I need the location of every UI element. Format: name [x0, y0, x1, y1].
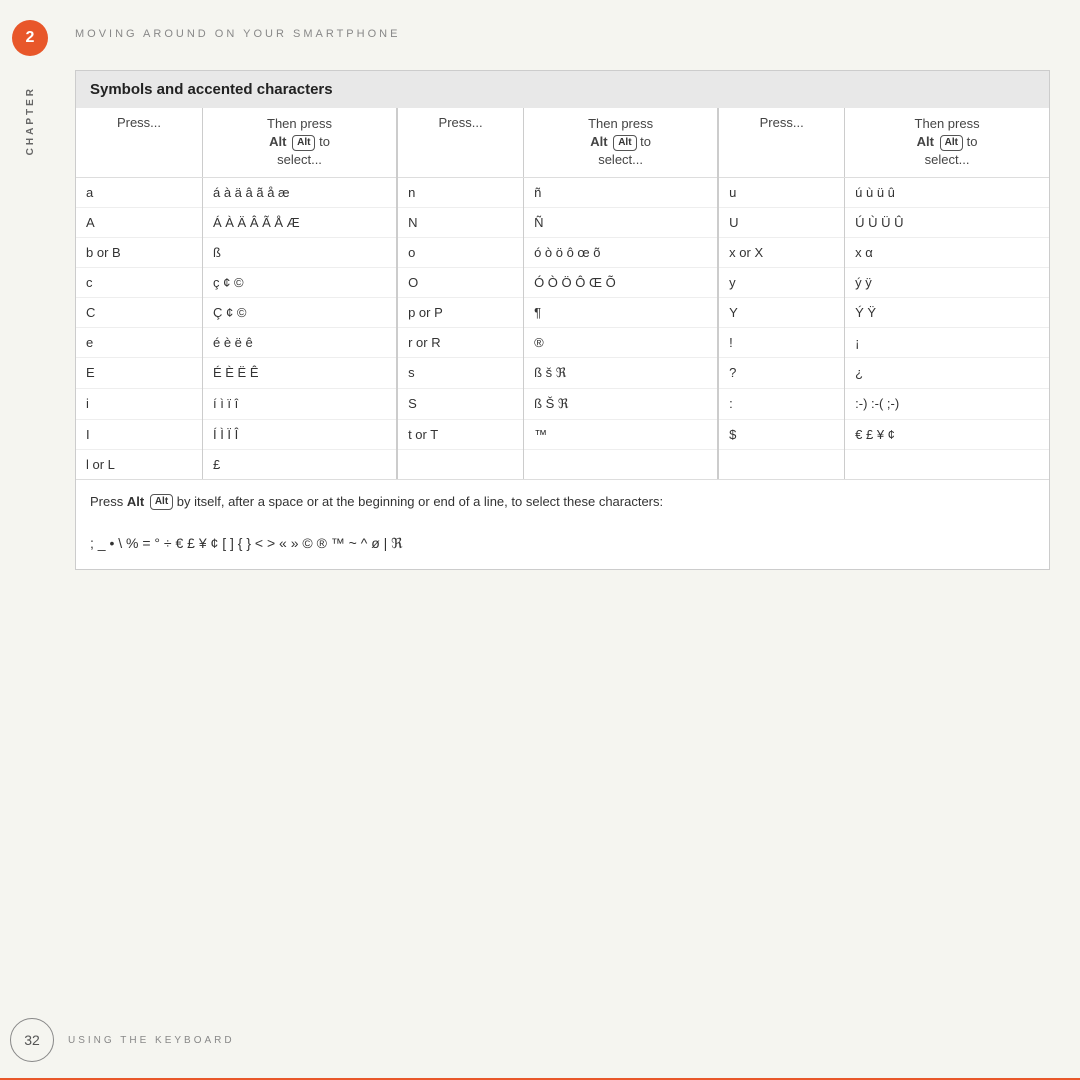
- cell-press2: o: [397, 237, 523, 267]
- cell-press3: ?: [718, 357, 844, 388]
- table-row: l or L £: [76, 449, 1049, 479]
- header-then3: Then press Alt Alt to select...: [845, 108, 1049, 177]
- cell-press1: I: [76, 419, 202, 449]
- cell-then3: ý ÿ: [845, 267, 1049, 297]
- cell-press1: e: [76, 327, 202, 357]
- cell-press2: N: [397, 207, 523, 237]
- cell-press3: [718, 449, 844, 479]
- cell-press3: :: [718, 388, 844, 419]
- cell-then2: [524, 449, 719, 479]
- header-press1: Press...: [76, 108, 202, 177]
- page-header: MOVING AROUND ON YOUR SMARTPHONE: [75, 28, 1060, 40]
- cell-then1: é è ë ê: [202, 327, 397, 357]
- cell-press1: l or L: [76, 449, 202, 479]
- footer-chars: ; _ • \ % = ° ÷ € £ ¥ ¢ [ ] { } < > « » …: [76, 524, 1049, 568]
- chapter-label: CHAPTER: [25, 86, 36, 155]
- cell-then2: Ñ: [524, 207, 719, 237]
- cell-press3: u: [718, 177, 844, 207]
- cell-then2: Ó Ò Ö Ô Œ Õ: [524, 267, 719, 297]
- cell-then1: á à ä â ã å æ: [202, 177, 397, 207]
- cell-press3: x or X: [718, 237, 844, 267]
- table-row: a á à ä â ã å æ n ñ u ú ù ü û: [76, 177, 1049, 207]
- page-footer: 32 USING THE KEYBOARD: [0, 1018, 1080, 1062]
- table-header-row: Press... Then press Alt Alt to select...…: [76, 108, 1049, 177]
- table-row: C Ç ¢ © p or P ¶ Y Ý Ÿ: [76, 297, 1049, 327]
- cell-then3: ú ù ü û: [845, 177, 1049, 207]
- table-row: e é è ë ê r or R ® ! ¡: [76, 327, 1049, 357]
- cell-press1: C: [76, 297, 202, 327]
- cell-then2: ™: [524, 419, 719, 449]
- table-row: I Í Ì Ï Î t or T ™ $ € £ ¥ ¢: [76, 419, 1049, 449]
- cell-press1: c: [76, 267, 202, 297]
- header-then2: Then press Alt Alt to select...: [524, 108, 719, 177]
- cell-then1: £: [202, 449, 397, 479]
- table-row: i í ì ï î S ß Š ℜ : :-) :-( ;-): [76, 388, 1049, 419]
- header-press3: Press...: [718, 108, 844, 177]
- table-row: b or B ß o ó ò ö ô œ õ x or X x α: [76, 237, 1049, 267]
- cell-press3: !: [718, 327, 844, 357]
- cell-then1: Í Ì Ï Î: [202, 419, 397, 449]
- footer-label: USING THE KEYBOARD: [68, 1035, 235, 1046]
- symbols-table: Press... Then press Alt Alt to select...…: [76, 108, 1049, 479]
- header-press2: Press...: [397, 108, 523, 177]
- cell-press1: A: [76, 207, 202, 237]
- alt-badge-1: Alt: [292, 135, 315, 151]
- cell-then1: Ç ¢ ©: [202, 297, 397, 327]
- chapter-sidebar: 2 CHAPTER: [0, 0, 60, 1080]
- cell-press2: r or R: [397, 327, 523, 357]
- cell-press2: S: [397, 388, 523, 419]
- cell-press1: E: [76, 357, 202, 388]
- cell-press2: s: [397, 357, 523, 388]
- cell-then2: ß Š ℜ: [524, 388, 719, 419]
- cell-then2: ß š ℜ: [524, 357, 719, 388]
- cell-press2: O: [397, 267, 523, 297]
- cell-then3: Ý Ÿ: [845, 297, 1049, 327]
- cell-press1: a: [76, 177, 202, 207]
- cell-press3: U: [718, 207, 844, 237]
- cell-then1: É È Ë Ê: [202, 357, 397, 388]
- alt-badge-footer: Alt: [150, 494, 173, 510]
- page-number: 32: [10, 1018, 54, 1062]
- footer-note: Press Alt Alt by itself, after a space o…: [76, 479, 1049, 525]
- cell-press3: y: [718, 267, 844, 297]
- symbols-table-container: Symbols and accented characters Press...…: [75, 70, 1050, 570]
- table-row: c ç ¢ © O Ó Ò Ö Ô Œ Õ y ý ÿ: [76, 267, 1049, 297]
- table-title: Symbols and accented characters: [76, 71, 1049, 108]
- cell-then2: ®: [524, 327, 719, 357]
- cell-then1: í ì ï î: [202, 388, 397, 419]
- cell-press2: t or T: [397, 419, 523, 449]
- cell-then2: ¶: [524, 297, 719, 327]
- table-row: A Á À Ä Â Ã Å Æ N Ñ U Ú Ù Ü Û: [76, 207, 1049, 237]
- cell-press1: i: [76, 388, 202, 419]
- alt-badge-3: Alt: [940, 135, 963, 151]
- cell-then3: [845, 449, 1049, 479]
- cell-press2: p or P: [397, 297, 523, 327]
- chapter-number: 2: [12, 20, 48, 56]
- cell-then2: ñ: [524, 177, 719, 207]
- cell-press2: [397, 449, 523, 479]
- cell-then1: ß: [202, 237, 397, 267]
- table-row: E É È Ë Ê s ß š ℜ ? ¿: [76, 357, 1049, 388]
- cell-press1: b or B: [76, 237, 202, 267]
- cell-then3: Ú Ù Ü Û: [845, 207, 1049, 237]
- cell-then3: ¿: [845, 357, 1049, 388]
- cell-press3: $: [718, 419, 844, 449]
- header-then1: Then press Alt Alt to select...: [202, 108, 397, 177]
- cell-then1: ç ¢ ©: [202, 267, 397, 297]
- cell-press3: Y: [718, 297, 844, 327]
- cell-then3: ¡: [845, 327, 1049, 357]
- alt-badge-2: Alt: [613, 135, 636, 151]
- cell-then3: € £ ¥ ¢: [845, 419, 1049, 449]
- main-content: Symbols and accented characters Press...…: [75, 70, 1050, 1020]
- table-body: a á à ä â ã å æ n ñ u ú ù ü û A Á À Ä Â …: [76, 177, 1049, 479]
- cell-press2: n: [397, 177, 523, 207]
- cell-then1: Á À Ä Â Ã Å Æ: [202, 207, 397, 237]
- cell-then3: :-) :-( ;-): [845, 388, 1049, 419]
- cell-then2: ó ò ö ô œ õ: [524, 237, 719, 267]
- cell-then3: x α: [845, 237, 1049, 267]
